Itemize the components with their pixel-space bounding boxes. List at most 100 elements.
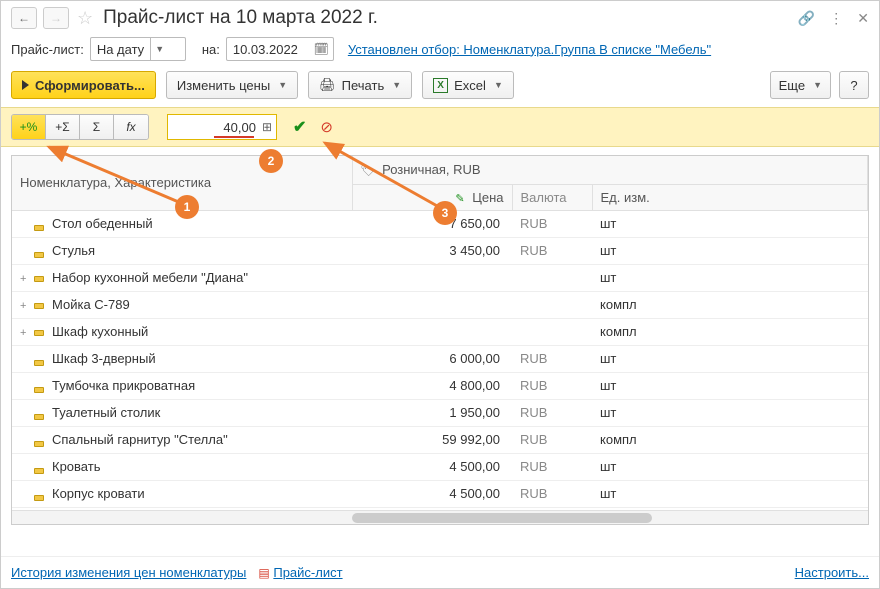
col-retail-header[interactable]: 🏷 Розничная, RUB (352, 156, 868, 184)
price-table: Номенклатура, Характеристика 🏷 Розничная… (12, 156, 868, 508)
formula-button[interactable]: fx (114, 115, 148, 139)
row-name: Стулья (52, 243, 95, 258)
pricelist-value: На дату (91, 42, 150, 57)
row-name: Кровать (52, 459, 100, 474)
expand-icon[interactable]: + (20, 300, 30, 312)
table-row[interactable]: Спальный гарнитур "Стелла"59 992,00RUBко… (12, 426, 868, 453)
row-name: Шкаф 3-дверный (52, 351, 156, 366)
change-prices-label: Изменить цены (177, 78, 270, 93)
item-icon (34, 330, 44, 336)
row-unit: компл (592, 426, 868, 453)
row-unit: компл (592, 291, 868, 318)
add-percent-button[interactable]: +% (12, 115, 46, 139)
row-unit: шт (592, 399, 868, 426)
footer-bar: История изменения цен номенклатуры ▤ Пра… (1, 556, 879, 588)
value-input[interactable]: 40,00 ⊞ (167, 114, 277, 140)
chevron-down-icon: ▼ (278, 80, 287, 90)
favorite-star-icon[interactable]: ☆ (77, 8, 93, 29)
row-price: 4 500,00 (352, 480, 512, 507)
row-price (352, 291, 512, 318)
date-input[interactable]: 10.03.2022 🗓 (226, 37, 334, 61)
pricelist-dropdown[interactable]: На дату ▼ (90, 37, 186, 61)
item-icon (34, 303, 44, 309)
item-icon (34, 252, 44, 258)
row-currency: RUB (512, 372, 592, 399)
table-row[interactable]: Тумбочка прикроватная4 800,00RUBшт (12, 372, 868, 399)
title-bar: ← → ☆ Прайс-лист на 10 марта 2022 г. 🔗 ⋮… (1, 1, 879, 33)
on-label: на: (202, 42, 220, 57)
row-price (352, 318, 512, 345)
settings-link[interactable]: Настроить... (795, 565, 869, 580)
tag-icon: 🏷 (361, 165, 375, 177)
pricelist-footer-link[interactable]: Прайс-лист (273, 565, 342, 580)
row-name: Мойка С-789 (52, 297, 130, 312)
page-title: Прайс-лист на 10 марта 2022 г. (103, 7, 792, 29)
printer-icon (319, 77, 336, 93)
expand-icon[interactable]: + (20, 327, 30, 339)
row-unit: шт (592, 264, 868, 291)
row-currency (512, 264, 592, 291)
calculator-icon[interactable]: ⊞ (262, 120, 272, 134)
table-row[interactable]: Корпус кровати4 500,00RUBшт (12, 480, 868, 507)
nav-back-button[interactable]: ← (11, 7, 37, 29)
add-sum-button[interactable]: +Σ (46, 115, 80, 139)
row-unit: компл (592, 318, 868, 345)
table-row[interactable]: Туалетный столик1 950,00RUBшт (12, 399, 868, 426)
excel-button[interactable]: X Excel ▼ (422, 71, 514, 99)
filter-link[interactable]: Установлен отбор: Номенклатура.Группа В … (348, 42, 711, 57)
col-nomenclature-header[interactable]: Номенклатура, Характеристика (12, 156, 352, 210)
chevron-down-icon[interactable]: ▼ (150, 38, 168, 60)
row-currency (512, 318, 592, 345)
print-button[interactable]: Печать ▼ (308, 71, 412, 99)
document-icon: ▤ (258, 566, 269, 580)
price-change-action-bar: +% +Σ Σ fx 40,00 ⊞ ✔ ⊘ (1, 107, 879, 147)
horizontal-scrollbar[interactable] (12, 510, 868, 524)
chevron-down-icon: ▼ (813, 80, 822, 90)
pencil-icon: ✎ (455, 193, 464, 205)
col-unit-header[interactable]: Ед. изм. (592, 184, 868, 210)
table-row[interactable]: + Мойка С-789 компл (12, 291, 868, 318)
help-button[interactable]: ? (839, 71, 869, 99)
table-row[interactable]: Стулья3 450,00RUBшт (12, 237, 868, 264)
more-label: Еще (779, 78, 805, 93)
row-currency: RUB (512, 345, 592, 372)
filter-bar: Прайс-лист: На дату ▼ на: 10.03.2022 🗓 У… (1, 33, 879, 67)
change-prices-button[interactable]: Изменить цены ▼ (166, 71, 298, 99)
table-row[interactable]: Шкаф 3-дверный6 000,00RUBшт (12, 345, 868, 372)
menu-dots-icon[interactable]: ⋮ (829, 10, 843, 27)
row-unit: шт (592, 372, 868, 399)
col-currency-header[interactable]: Валюта (512, 184, 592, 210)
row-unit: шт (592, 345, 868, 372)
row-name: Набор кухонной мебели "Диана" (52, 270, 248, 285)
attach-icon[interactable]: 🔗 (798, 10, 815, 27)
spellcheck-underline (214, 136, 254, 138)
table-row[interactable]: Стол обеденный7 650,00RUBшт (12, 210, 868, 237)
doc-footer-group: ▤ Прайс-лист (258, 565, 342, 580)
scrollbar-thumb[interactable] (352, 513, 652, 523)
more-button[interactable]: Еще ▼ (770, 71, 831, 99)
form-button[interactable]: Сформировать... (11, 71, 156, 99)
row-currency: RUB (512, 480, 592, 507)
item-icon (34, 360, 44, 366)
calendar-icon[interactable]: 🗓 (314, 42, 329, 56)
table-row[interactable]: Кровать4 500,00RUBшт (12, 453, 868, 480)
table-row[interactable]: + Набор кухонной мебели "Диана" шт (12, 264, 868, 291)
col-price-header[interactable]: ✎ Цена (352, 184, 512, 210)
row-name: Стол обеденный (52, 216, 153, 231)
nav-forward-button[interactable]: → (43, 7, 69, 29)
row-currency: RUB (512, 237, 592, 264)
price-table-wrapper: Номенклатура, Характеристика 🏷 Розничная… (11, 155, 869, 525)
cancel-icon[interactable]: ⊘ (320, 118, 333, 136)
row-price: 7 650,00 (352, 210, 512, 237)
excel-label: Excel (454, 78, 486, 93)
table-row[interactable]: +Шкаф кухонныйкомпл (12, 318, 868, 345)
history-link[interactable]: История изменения цен номенклатуры (11, 565, 246, 580)
row-currency: RUB (512, 426, 592, 453)
expand-icon[interactable]: + (20, 273, 30, 285)
main-toolbar: Сформировать... Изменить цены ▼ Печать ▼… (1, 67, 879, 107)
close-icon[interactable]: ✕ (857, 10, 869, 27)
apply-check-icon[interactable]: ✔ (293, 117, 306, 137)
row-price: 4 800,00 (352, 372, 512, 399)
set-sum-button[interactable]: Σ (80, 115, 114, 139)
row-unit: шт (592, 453, 868, 480)
